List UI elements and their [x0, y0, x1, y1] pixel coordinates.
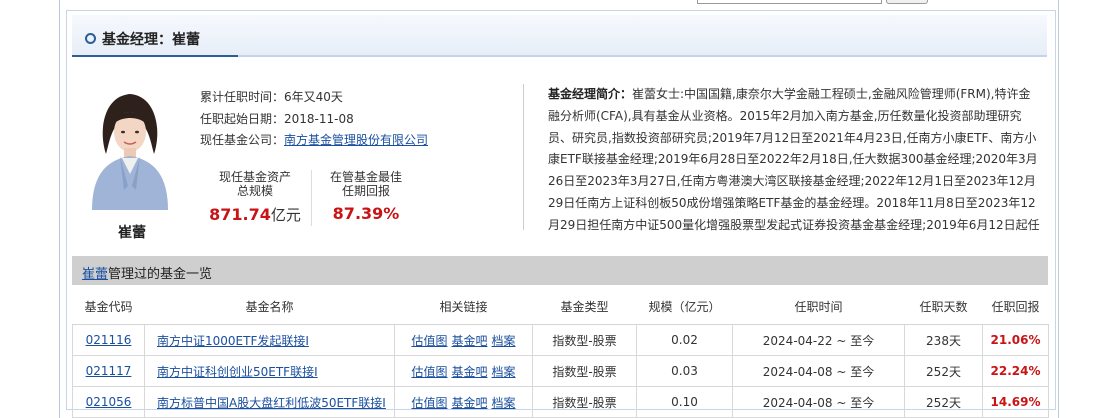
manager-photo [90, 90, 170, 210]
col-code: 基金代码 [72, 288, 145, 325]
fund-name-link[interactable]: 南方中证科创创业50ETF联接I [157, 365, 318, 379]
fund-type: 指数型-股票 [532, 324, 637, 356]
fund-size: 0.02 [636, 324, 733, 356]
fund-type: 指数型-股票 [532, 386, 637, 418]
tenure-period: 2024-04-22 ~ 至今 [732, 324, 905, 356]
search-button[interactable] [886, 0, 928, 4]
valuation-chart-link[interactable]: 估值图 [411, 396, 447, 410]
start-date-label: 任职起始日期： [200, 112, 285, 126]
best-return-label-line-2: 任期回报 [341, 184, 390, 198]
manager-name: 崔蕾 [118, 225, 146, 241]
assets-label-line-1: 现任基金资产 [218, 170, 291, 184]
best-return-value: 87.39% [332, 204, 400, 223]
tenure-return: 22.24% [982, 355, 1049, 387]
fund-name-link[interactable]: 南方中证1000ETF发起联接I [157, 334, 309, 348]
section-header: 基金经理：崔蕾 [72, 15, 1047, 57]
fund-code-link[interactable]: 021116 [86, 333, 132, 347]
table-header-row: 基金代码 基金名称 相关链接 基金类型 规模（亿元） 任职时间 任职天数 任职回… [72, 288, 1049, 325]
col-name: 基金名称 [144, 288, 395, 325]
tenure-return: 14.69% [982, 386, 1049, 418]
tenure-value: 6年又40天 [284, 90, 343, 104]
circle-bullet-icon [85, 33, 96, 44]
bio-label: 基金经理简介： [548, 87, 633, 101]
fund-list-title-suffix: 管理过的基金一览 [108, 267, 213, 282]
fund-profile-link[interactable]: 档案 [492, 396, 516, 410]
fund-forum-link[interactable]: 基金吧 [451, 396, 487, 410]
fund-profile-link[interactable]: 档案 [492, 365, 516, 379]
company-link[interactable]: 南方基金管理股份有限公司 [284, 133, 428, 147]
table-row: 021056 南方标普中国A股大盘红利低波50ETF联接I 估值图 基金吧 档案 指… [72, 386, 1049, 418]
assets-label: 现任基金资产 总规模 [205, 170, 305, 198]
col-type: 基金类型 [532, 288, 637, 325]
col-days: 任职天数 [904, 288, 983, 325]
col-size: 规模（亿元） [636, 288, 733, 325]
fund-size: 0.03 [636, 355, 733, 387]
company-line: 现任基金公司：南方基金管理股份有限公司 [200, 131, 428, 148]
valuation-chart-link[interactable]: 估值图 [411, 334, 447, 348]
fund-table: 基金代码 基金名称 相关链接 基金类型 规模（亿元） 任职时间 任职天数 任职回… [72, 288, 1049, 418]
fund-type: 指数型-股票 [532, 355, 637, 387]
start-date-value: 2018-11-08 [284, 112, 354, 126]
best-return-label-line-1: 在管基金最佳 [329, 170, 402, 184]
fund-code-link[interactable]: 021117 [86, 364, 132, 378]
company-label: 现任基金公司： [200, 133, 285, 147]
tenure-line: 累计任职时间：6年又40天 [200, 88, 343, 105]
fund-code-link[interactable]: 021056 [86, 395, 132, 409]
info-divider [523, 84, 524, 230]
fund-list-title: 崔蕾管理过的基金一览 [82, 263, 212, 282]
tenure-days: 238天 [904, 324, 983, 356]
manager-name-link[interactable]: 崔蕾 [82, 267, 108, 282]
fund-forum-link[interactable]: 基金吧 [451, 334, 487, 348]
table-row: 021116 南方中证1000ETF发起联接I 估值图 基金吧 档案 指数型-股票 … [72, 324, 1049, 356]
stat-divider [311, 170, 312, 226]
header-active-underline [72, 55, 238, 57]
assets-unit: 亿元 [270, 206, 301, 224]
start-date-line: 任职起始日期：2018-11-08 [200, 110, 354, 127]
best-return-label: 在管基金最佳 任期回报 [316, 170, 416, 198]
fund-profile-link[interactable]: 档案 [492, 334, 516, 348]
fund-name-link[interactable]: 南方标普中国A股大盘红利低波50ETF联接I [157, 396, 386, 410]
valuation-chart-link[interactable]: 估值图 [411, 365, 447, 379]
tenure-return: 21.06% [982, 324, 1049, 356]
tenure-label: 累计任职时间： [200, 90, 285, 104]
assets-value: 871.74 [209, 205, 271, 224]
manager-bio: 基金经理简介：崔蕾女士:中国国籍,康奈尔大学金融工程硕士,金融风险管理师(FRM… [548, 84, 1040, 234]
tenure-days: 252天 [904, 386, 983, 418]
assets-label-line-2: 总规模 [236, 184, 273, 198]
col-period: 任职时间 [732, 288, 905, 325]
fund-size: 0.10 [636, 386, 733, 418]
table-row: 021117 南方中证科创创业50ETF联接I 估值图 基金吧 档案 指数型-股票 … [72, 355, 1049, 387]
assets-total: 871.74亿元 [200, 204, 310, 225]
tenure-days: 252天 [904, 355, 983, 387]
section-title: 基金经理：崔蕾 [102, 32, 200, 48]
tenure-period: 2024-04-08 ~ 至今 [732, 386, 905, 418]
tenure-period: 2024-04-08 ~ 至今 [732, 355, 905, 387]
search-input[interactable] [697, 0, 882, 4]
fund-forum-link[interactable]: 基金吧 [451, 365, 487, 379]
fund-list-bar: 崔蕾管理过的基金一览 [72, 256, 1048, 285]
col-return: 任职回报 [982, 288, 1049, 325]
bio-text: 崔蕾女士:中国国籍,康奈尔大学金融工程硕士,金融风险管理师(FRM),特许金融分… [548, 87, 1040, 232]
col-links: 相关链接 [394, 288, 533, 325]
